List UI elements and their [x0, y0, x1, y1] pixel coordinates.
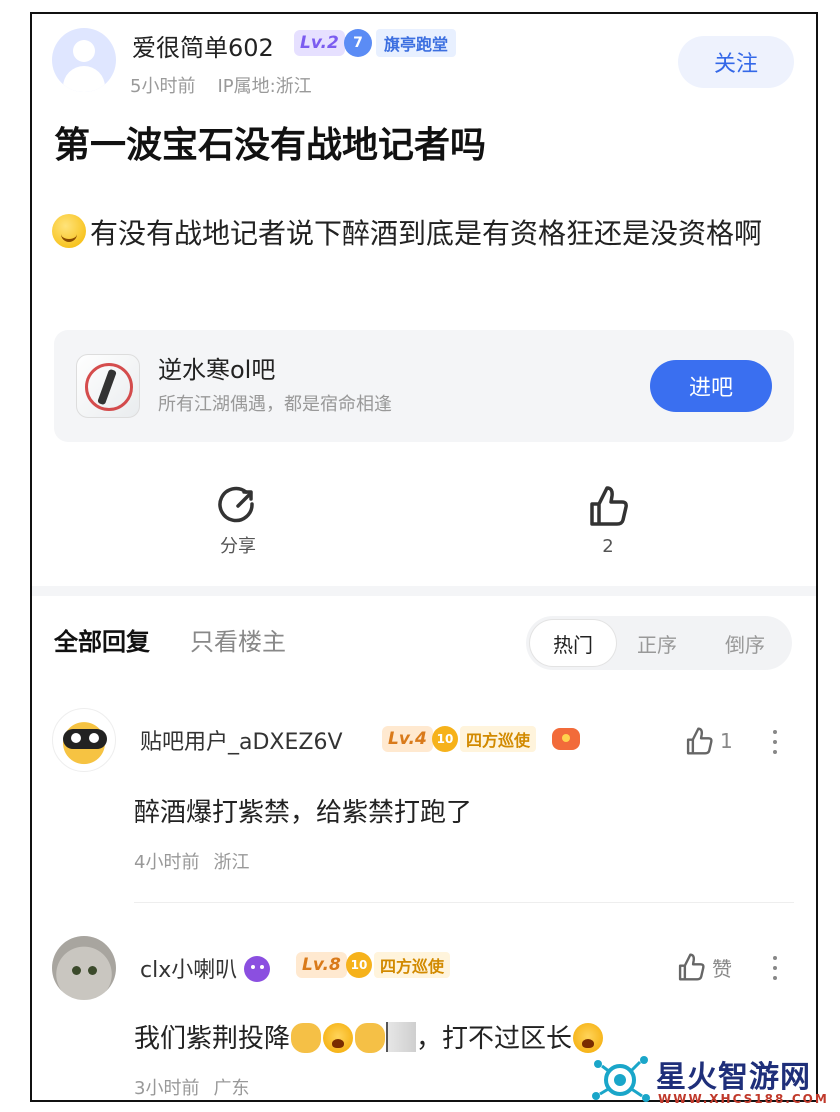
gamepad-icon	[552, 728, 580, 750]
comment-user[interactable]: 贴吧用户_aDXEZ6V	[140, 724, 343, 756]
smile-emoji-icon	[52, 214, 86, 248]
title-tag-label: 旗亭跑堂	[376, 29, 457, 57]
author-name[interactable]: 爱很简单602	[132, 28, 274, 63]
author-avatar[interactable]	[52, 28, 116, 92]
watermark-logo-icon	[592, 1056, 650, 1102]
comment-meta: 3小时前 广东	[134, 1074, 249, 1100]
post-title: 第一波宝石没有战地记者吗	[54, 125, 487, 166]
post-page: 爱很简单602 Lv.2 7 旗亭跑堂 5小时前 IP属地:浙江 关注 第一波宝石…	[30, 12, 818, 1102]
comment-level-badge: Lv.8	[296, 952, 347, 978]
comment-like-button[interactable]: 赞	[676, 952, 732, 982]
enter-forum-button[interactable]: 进吧	[650, 360, 772, 412]
author-level-badge: Lv.2	[294, 30, 345, 56]
forum-card[interactable]: 逆水寒ol吧 所有江湖偶遇，都是宿命相逢 进吧	[54, 330, 794, 442]
sort-hot[interactable]: 热门	[530, 620, 616, 666]
watermark: 星火智游网 WWW.XHCS188.COM	[590, 1040, 840, 1112]
blurred-image-icon	[386, 1022, 417, 1052]
share-icon	[218, 486, 254, 523]
comment-location: 广东	[213, 1078, 250, 1099]
post-content-text: 有没有战地记者说下醉酒到底是有资格狂还是没资格啊	[90, 217, 763, 250]
comment-time: 3小时前	[134, 1078, 200, 1099]
forum-desc: 所有江湖偶遇，都是宿命相逢	[158, 394, 392, 415]
comment-like-button[interactable]: 1	[684, 726, 733, 756]
more-options-icon[interactable]	[772, 956, 778, 984]
thumbs-up-icon	[678, 953, 705, 981]
follow-button[interactable]: 关注	[678, 36, 794, 88]
honor-coin-icon: 10	[432, 726, 458, 752]
sort-selector: 热门 正序 倒序	[526, 616, 792, 670]
comment-text: 我们紫荆投降 ，打不过区长	[134, 1018, 604, 1055]
watermark-title: 星火智游网	[656, 1060, 811, 1095]
more-options-icon[interactable]	[772, 730, 778, 758]
comment-avatar[interactable]	[52, 708, 116, 772]
comment-user[interactable]: clx小喇叭	[140, 952, 271, 984]
comment-text-part: 我们紫荆投降	[134, 1024, 291, 1054]
crying-emoji-icon	[323, 1023, 354, 1053]
comment-like-label: 赞	[712, 956, 732, 981]
comment-honor-tag: 10 四方巡使	[346, 952, 451, 978]
comment-location: 浙江	[213, 852, 250, 873]
title-shield-icon: 7	[344, 29, 372, 57]
comment-like-count: 1	[720, 729, 733, 753]
honor-label: 四方巡使	[460, 726, 537, 752]
honor-coin-icon: 10	[346, 952, 372, 978]
comment-separator	[134, 902, 794, 903]
like-count: 2	[602, 536, 614, 557]
reply-tabs: 全部回复 只看楼主	[54, 622, 286, 657]
post-content: 有没有战地记者说下醉酒到底是有资格狂还是没资格啊	[52, 202, 792, 266]
tab-all-replies[interactable]: 全部回复	[54, 628, 150, 656]
thumbs-up-icon	[686, 727, 713, 755]
watermark-url: WWW.XHCS188.COM	[658, 1092, 829, 1106]
honor-label: 四方巡使	[374, 952, 451, 978]
comment-text: 醉酒爆打紫禁，给紫禁打跑了	[134, 798, 473, 828]
comment-avatar[interactable]	[52, 936, 116, 1000]
comment-user-name: clx小喇叭	[140, 958, 238, 983]
author-title-tag: 7 旗亭跑堂	[344, 28, 457, 58]
comment-text-part: ，打不过区长	[416, 1024, 573, 1054]
raised-hand-emoji-icon	[355, 1023, 386, 1053]
comment-honor-tag: 10 四方巡使	[432, 726, 537, 752]
comment-level-badge: Lv.4	[382, 726, 433, 752]
comment-meta: 4小时前 浙江	[134, 848, 249, 874]
post-ip: IP属地:浙江	[217, 76, 312, 97]
section-divider	[32, 586, 816, 596]
sort-descending[interactable]: 倒序	[702, 620, 788, 666]
share-label: 分享	[220, 536, 256, 557]
tab-op-only[interactable]: 只看楼主	[190, 628, 286, 656]
like-action[interactable]: 2	[568, 484, 648, 557]
raised-hand-emoji-icon	[291, 1023, 322, 1053]
forum-logo	[76, 354, 140, 418]
sort-ascending[interactable]: 正序	[614, 620, 700, 666]
devil-emoji-icon	[244, 956, 271, 982]
share-action[interactable]: 分享	[198, 484, 278, 558]
post-meta: 5小时前 IP属地:浙江	[130, 72, 312, 98]
forum-name: 逆水寒ol吧	[158, 356, 276, 384]
post-time: 5小时前	[130, 76, 196, 97]
thumbs-up-icon	[590, 486, 628, 526]
comment-time: 4小时前	[134, 852, 200, 873]
